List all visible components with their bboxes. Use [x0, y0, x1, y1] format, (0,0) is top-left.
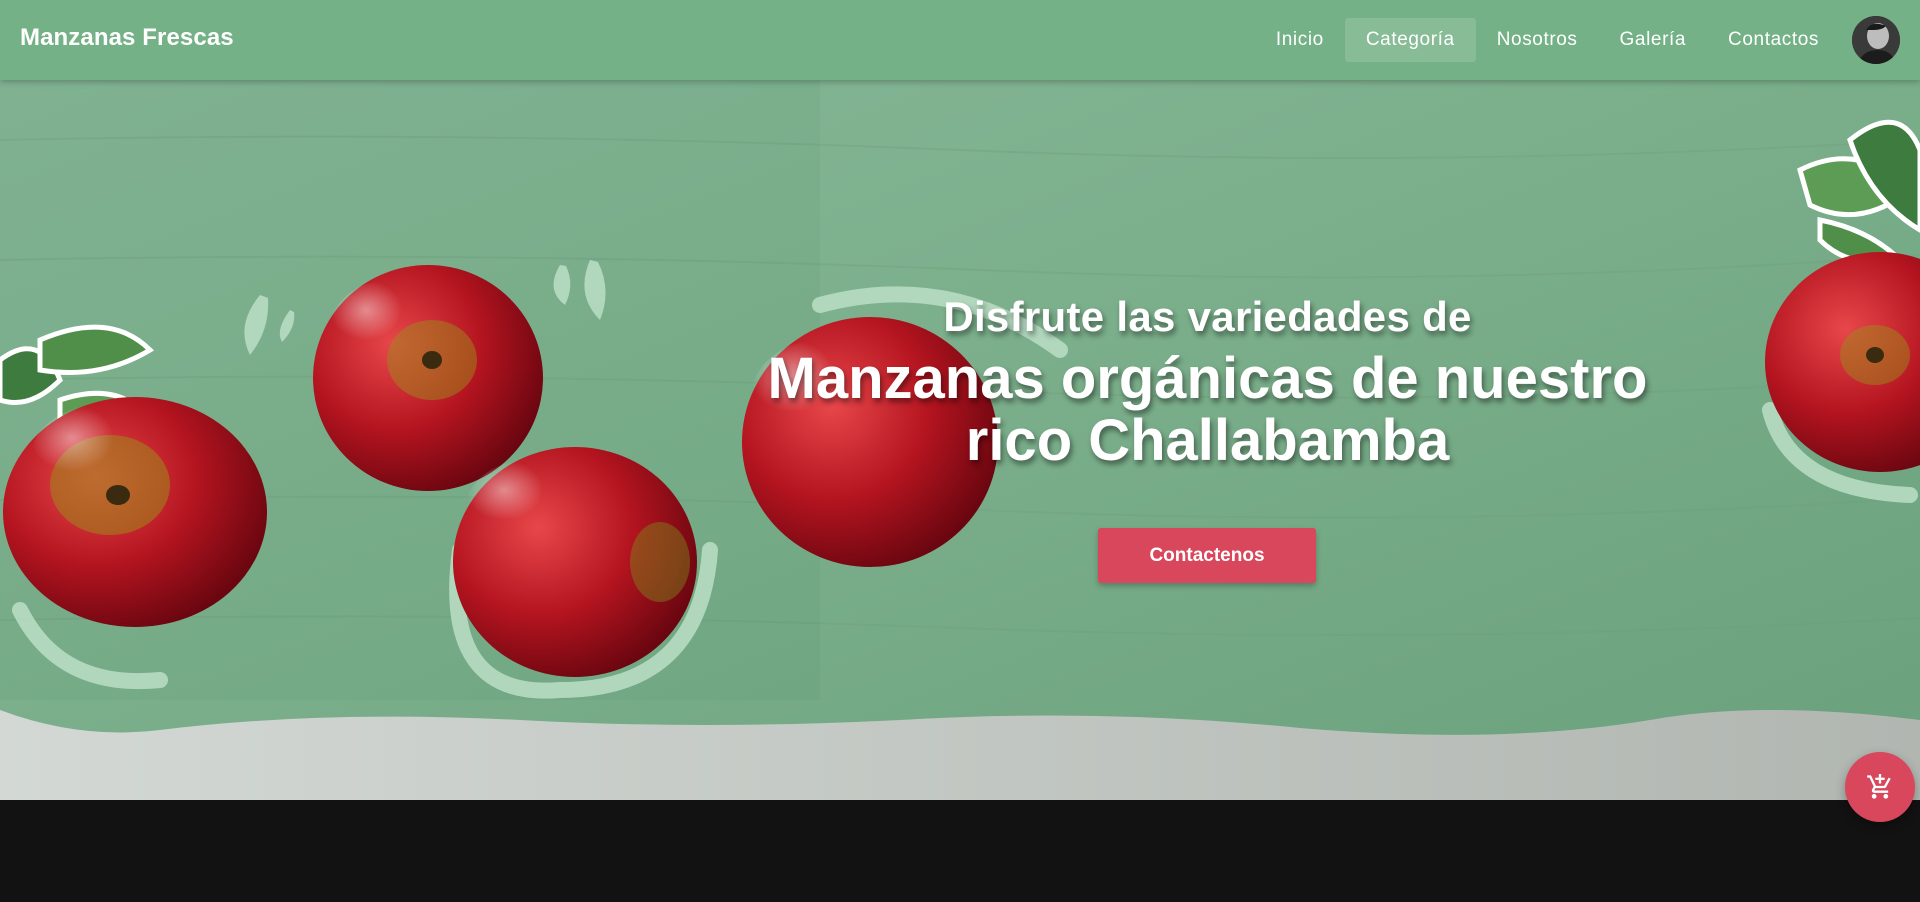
hero-subtitle: Disfrute las variedades de — [943, 293, 1472, 340]
hero-title-line-2: rico Challabamba — [965, 408, 1450, 473]
avatar[interactable] — [1852, 16, 1900, 64]
hero-title-line-1: Manzanas orgánicas de nuestro — [767, 346, 1648, 411]
user-avatar-icon — [1852, 16, 1900, 64]
brand-title[interactable]: Manzanas Frescas — [20, 24, 234, 52]
hero-title: Manzanas orgánicas de nuestro rico Chall… — [760, 348, 1655, 472]
hero-section: Disfrute las variedades de Manzanas orgá… — [0, 80, 1920, 800]
nav-item-nosotros[interactable]: Nosotros — [1476, 18, 1599, 62]
add-to-cart-fab[interactable] — [1845, 752, 1915, 822]
main-nav: Inicio Categoría Nosotros Galería Contac… — [1255, 18, 1840, 62]
page: Manzanas Frescas Inicio Categoría Nosotr… — [0, 0, 1920, 902]
nav-item-inicio[interactable]: Inicio — [1255, 18, 1345, 62]
hero-text-block: Disfrute las variedades de Manzanas orgá… — [760, 292, 1655, 472]
nav-item-categoria[interactable]: Categoría — [1344, 18, 1476, 62]
app-bar: Manzanas Frescas Inicio Categoría Nosotr… — [0, 0, 1920, 80]
add-shopping-cart-icon — [1867, 774, 1891, 799]
nav-item-contactos[interactable]: Contactos — [1707, 18, 1840, 62]
contact-button[interactable]: Contactenos — [1098, 528, 1316, 583]
nav-item-galeria[interactable]: Galería — [1599, 18, 1708, 62]
footer-dark-band — [0, 800, 1920, 902]
